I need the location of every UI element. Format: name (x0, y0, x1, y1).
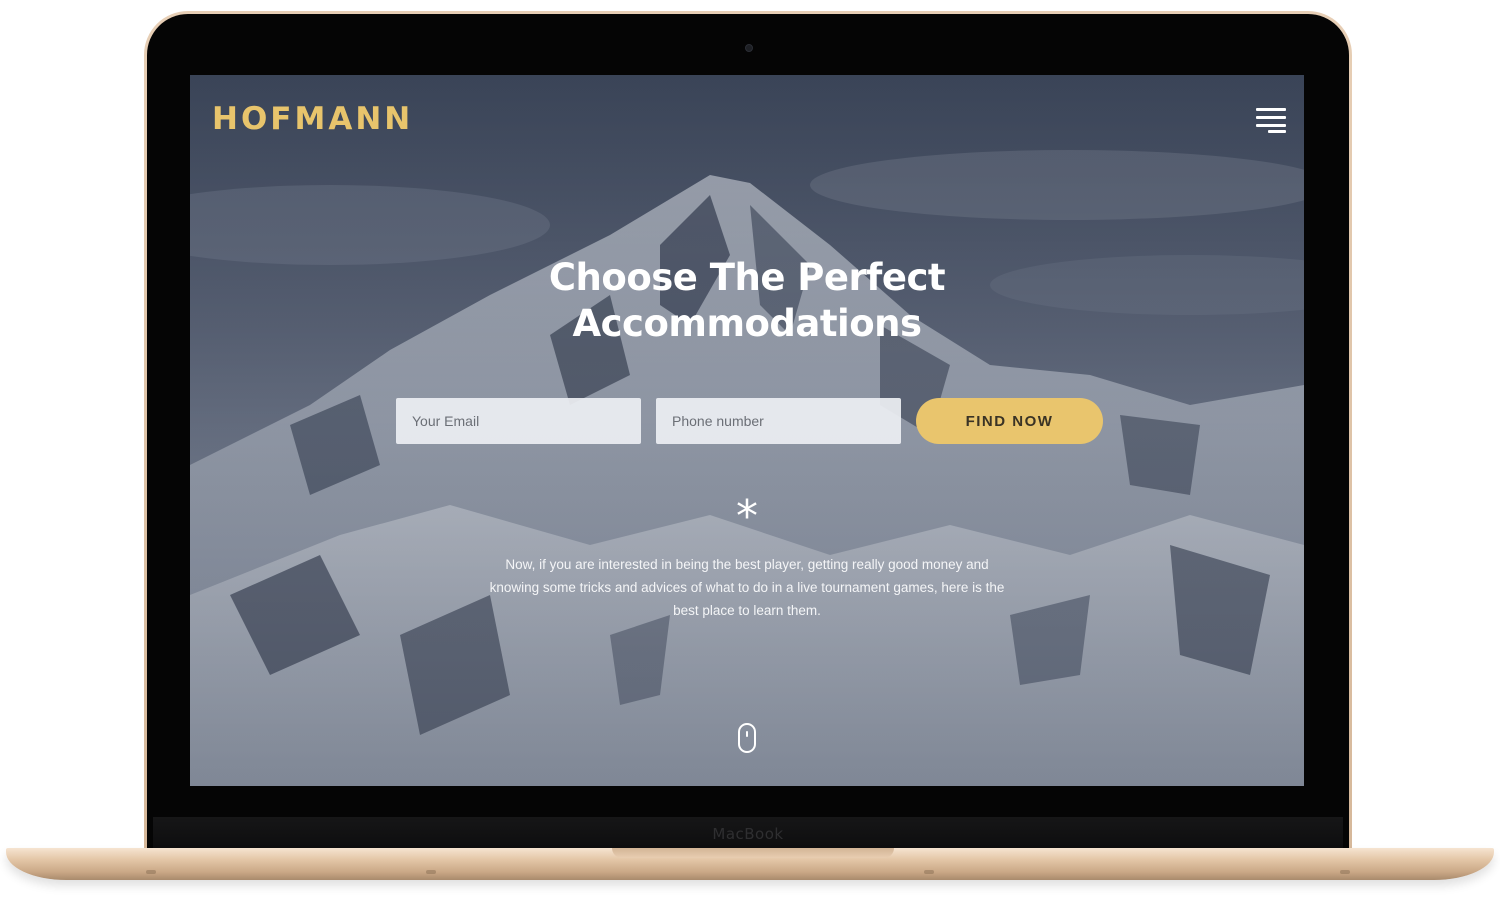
star-divider-icon: * (736, 491, 758, 542)
site-logo[interactable]: HOFMANN (212, 101, 413, 137)
hamburger-menu-icon[interactable] (1256, 108, 1286, 134)
bezel-chin: MacBook (153, 817, 1343, 851)
opening-notch (612, 848, 894, 858)
hero-title-line-2: Accommodations (572, 302, 922, 345)
find-now-button[interactable]: FIND NOW (916, 398, 1103, 444)
laptop-base (6, 848, 1494, 880)
hero-description: Now, if you are interested in being the … (489, 557, 1005, 618)
base-foot (1340, 870, 1350, 874)
camera-icon (745, 44, 753, 52)
hero-title: Choose The Perfect Accommodations (190, 255, 1304, 347)
phone-field[interactable] (656, 398, 901, 444)
mouse-scroll-icon[interactable] (738, 723, 756, 753)
search-form: FIND NOW (396, 398, 1104, 444)
device-brand-label: MacBook (712, 825, 784, 843)
hero-title-line-1: Choose The Perfect (548, 256, 946, 299)
website-screen: HOFMANN Choose The Perfect Accommodation… (190, 75, 1304, 786)
base-foot (426, 870, 436, 874)
base-foot (146, 870, 156, 874)
laptop-mockup: MacBook HOFMANN Choose The Perfect Accom… (0, 0, 1500, 900)
base-foot (924, 870, 934, 874)
email-field[interactable] (396, 398, 641, 444)
